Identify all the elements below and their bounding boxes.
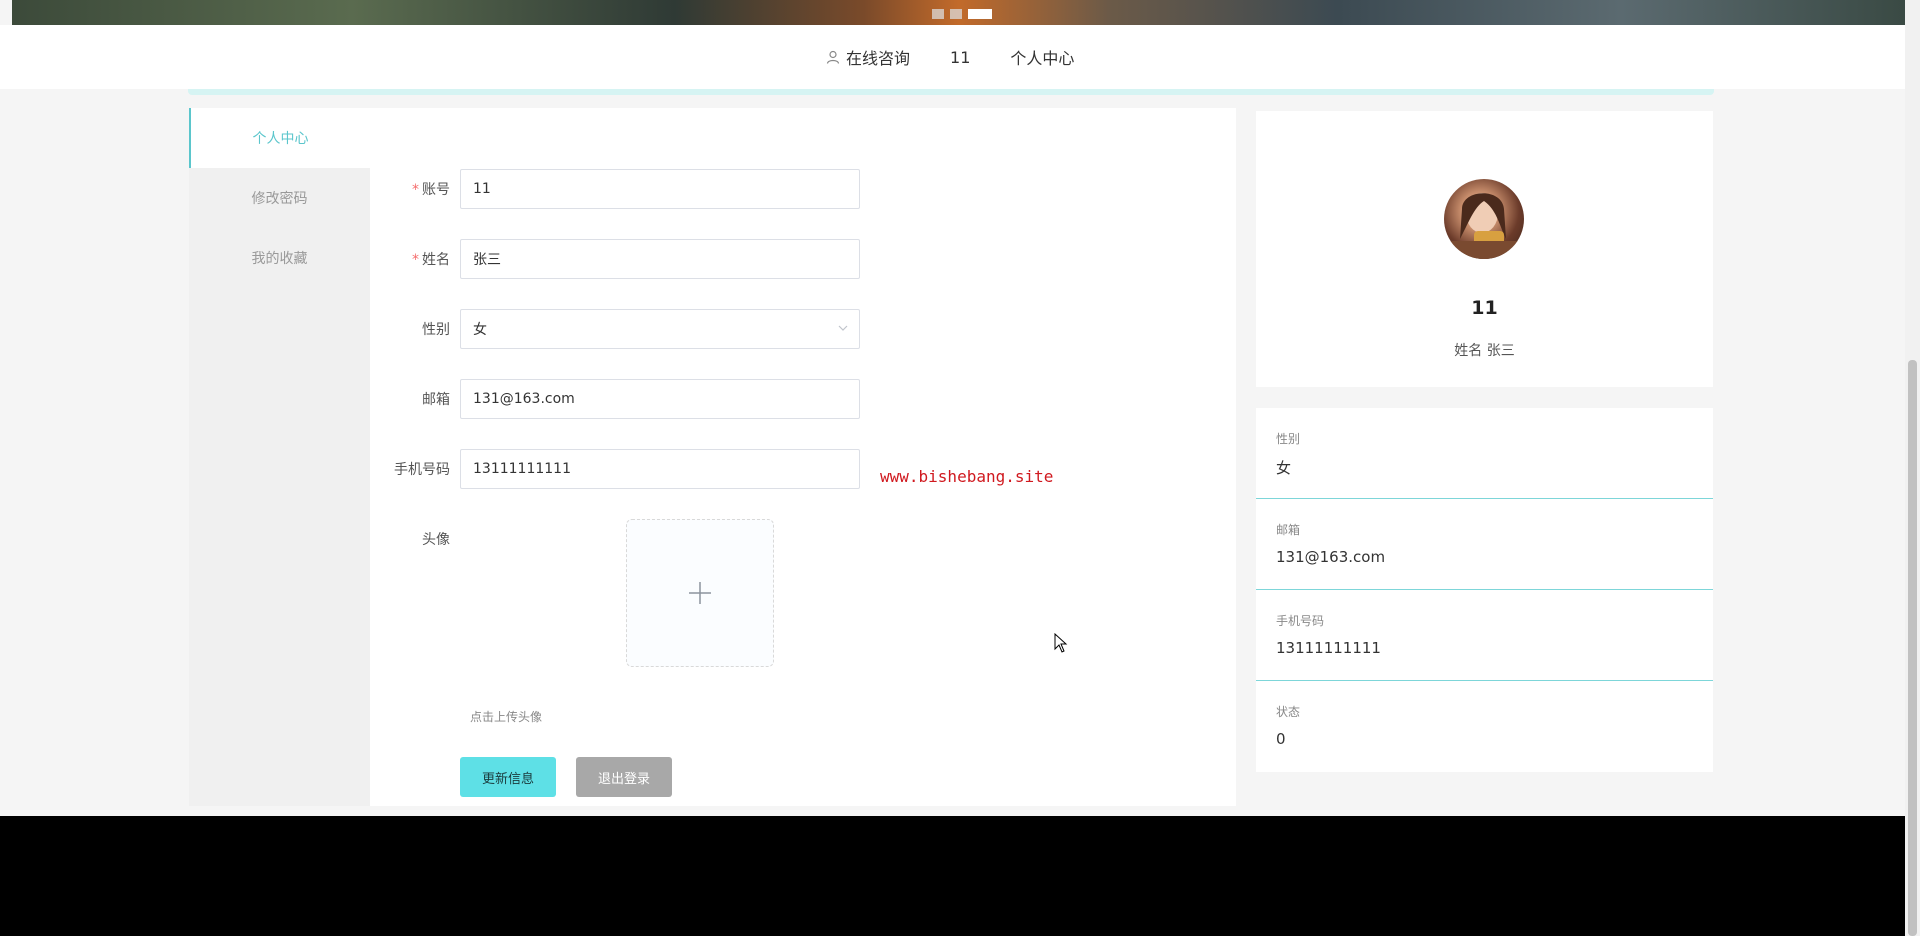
form-row-phone: 手机号码 13111111111 (370, 449, 860, 489)
gender-select-value[interactable]: 女 (460, 309, 860, 349)
update-info-button[interactable]: 更新信息 (460, 757, 556, 797)
plus-icon (689, 582, 711, 604)
sidebar-item-favorites[interactable]: 我的收藏 (189, 228, 370, 288)
nav-profile-center[interactable]: 个人中心 (1010, 45, 1074, 69)
profile-name-line: 姓名 张三 (1454, 343, 1515, 359)
form-row-account: * 账号 11 (370, 169, 860, 209)
account-label: * 账号 (412, 182, 450, 198)
mouse-cursor-icon (1054, 633, 1068, 653)
info-label: 邮箱 (1276, 523, 1301, 537)
carousel-dot-active[interactable] (968, 9, 992, 19)
nav-divider (188, 89, 1714, 95)
profile-username: 11 (1471, 297, 1498, 319)
sidebar-item-change-password[interactable]: 修改密码 (189, 168, 370, 228)
carousel-dot[interactable] (950, 9, 962, 19)
form-row-name: * 姓名 张三 (370, 239, 860, 279)
info-value: 0 (1276, 730, 1286, 748)
nav-consult-label: 在线咨询 (846, 49, 911, 68)
form-row-email: 邮箱 131@163.com (370, 379, 860, 419)
avatar (1444, 179, 1524, 259)
watermark-text: www.bishebang.site (880, 467, 1054, 486)
info-label: 状态 (1276, 705, 1301, 719)
upload-hint: 点击上传头像 (470, 710, 543, 724)
email-input[interactable]: 131@163.com (460, 379, 860, 419)
info-value: 131@163.com (1276, 548, 1386, 566)
profile-form: * 账号 11 * 姓名 张三 性别 女 邮箱 131@163.com 手机号码 1… (370, 108, 1236, 806)
nav-menu: 在线咨询 11 个人中心 (826, 25, 1074, 89)
top-banner-image (12, 0, 1905, 25)
info-value: 13111111111 (1276, 639, 1381, 657)
avatar-upload-box[interactable] (626, 519, 774, 667)
nav-username[interactable]: 11 (950, 48, 970, 67)
account-input[interactable]: 11 (460, 169, 860, 209)
info-item-gender: 性别 女 (1256, 408, 1713, 499)
nav-username-label: 11 (950, 47, 971, 67)
phone-input[interactable]: 13111111111 (460, 449, 860, 489)
nav-profile-label: 个人中心 (1010, 49, 1075, 68)
carousel-dot[interactable] (932, 9, 944, 19)
avatar-photo (1444, 193, 1524, 259)
page-footer (0, 816, 1905, 936)
name-label: * 姓名 (412, 252, 450, 268)
form-row-avatar: 头像 (370, 519, 460, 559)
info-item-status: 状态 0 (1256, 681, 1713, 772)
info-label: 手机号码 (1276, 614, 1325, 628)
logout-button[interactable]: 退出登录 (576, 757, 672, 797)
name-input[interactable]: 张三 (460, 239, 860, 279)
profile-summary-card: 11 姓名 张三 (1256, 111, 1713, 387)
info-label: 性别 (1276, 432, 1301, 446)
profile-info-card: 性别 女 邮箱 131@163.com 手机号码 13111111111 状态 … (1256, 408, 1713, 772)
profile-sidebar: 个人中心 修改密码 我的收藏 (189, 108, 370, 806)
gender-label: 性别 (422, 322, 450, 338)
chevron-down-icon (838, 325, 848, 331)
nav-online-consult[interactable]: 在线咨询 (826, 45, 910, 69)
avatar-label: 头像 (422, 532, 450, 548)
top-navbar: 在线咨询 11 个人中心 (0, 25, 1905, 89)
info-item-phone: 手机号码 13111111111 (1256, 590, 1713, 681)
form-row-gender: 性别 女 (370, 309, 860, 349)
gender-select[interactable]: 女 (460, 309, 860, 349)
phone-label: 手机号码 (394, 462, 450, 478)
info-item-email: 邮箱 131@163.com (1256, 499, 1713, 590)
sidebar-item-profile[interactable]: 个人中心 (189, 108, 370, 168)
user-icon (826, 50, 840, 64)
info-value: 女 (1276, 459, 1292, 477)
scrollbar-thumb[interactable] (1908, 360, 1917, 936)
email-label: 邮箱 (422, 392, 450, 408)
carousel-indicators (932, 9, 992, 19)
